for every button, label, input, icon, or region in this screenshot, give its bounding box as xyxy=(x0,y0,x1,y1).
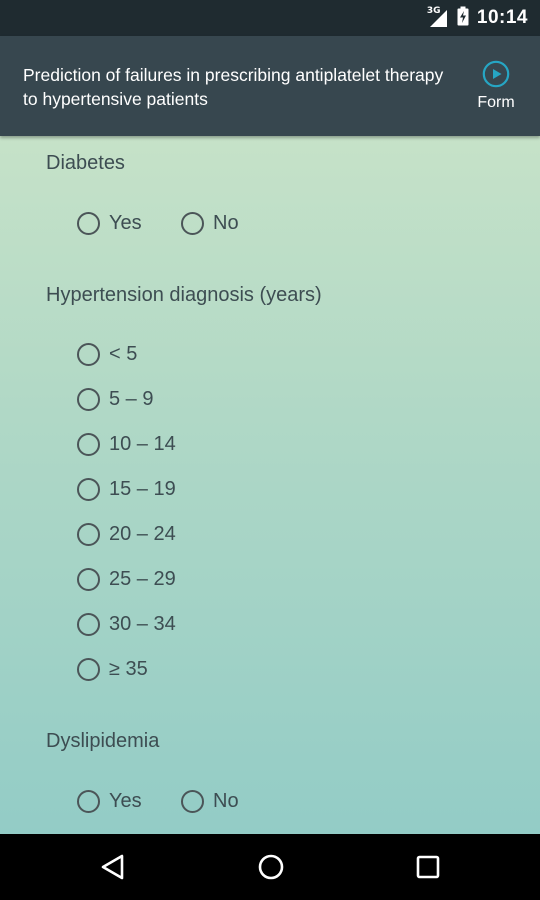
radio-unchecked-icon xyxy=(77,789,100,813)
hypertension-option-radio[interactable]: < 5 xyxy=(77,337,137,371)
radio-label: No xyxy=(213,789,239,812)
radio-label: 15 – 19 xyxy=(109,477,176,500)
radio-unchecked-icon xyxy=(77,567,100,591)
radio-label: Yes xyxy=(109,789,142,812)
radio-label: 25 – 29 xyxy=(109,567,176,590)
radio-label: 30 – 34 xyxy=(109,612,176,635)
page-title: Prediction of failures in prescribing an… xyxy=(23,65,444,109)
radio-label: 5 – 9 xyxy=(109,387,154,410)
battery-icon xyxy=(457,6,469,31)
hypertension-option-radio[interactable]: 10 – 14 xyxy=(77,427,176,461)
radio-unchecked-icon xyxy=(77,522,100,546)
radio-unchecked-icon xyxy=(77,612,100,636)
radio-unchecked-icon xyxy=(77,211,100,235)
radio-unchecked-icon xyxy=(77,657,100,681)
radio-unchecked-icon xyxy=(181,211,204,235)
navigation-bar xyxy=(0,834,540,900)
hypertension-option-radio[interactable]: ≥ 35 xyxy=(77,652,148,686)
hypertension-option-radio[interactable]: 25 – 29 xyxy=(77,562,176,596)
back-icon[interactable] xyxy=(100,853,126,886)
clock: 10:14 xyxy=(476,7,528,28)
home-icon[interactable] xyxy=(257,853,285,886)
status-icons: 3G 10:14 xyxy=(427,0,528,36)
radio-unchecked-icon xyxy=(181,789,204,813)
radio-unchecked-icon xyxy=(77,432,100,456)
play-circle-icon xyxy=(466,60,526,88)
radio-unchecked-icon xyxy=(77,477,100,501)
question-hypertension-label: Hypertension diagnosis (years) xyxy=(46,284,322,306)
app-bar: Prediction of failures in prescribing an… xyxy=(0,36,540,136)
form-button[interactable]: Form xyxy=(466,60,526,112)
hypertension-option-radio[interactable]: 5 – 9 xyxy=(77,382,153,416)
radio-label: 10 – 14 xyxy=(109,432,176,455)
form-content[interactable]: Diabetes Yes No Hypertension diagnosis (… xyxy=(0,136,540,834)
status-bar: 3G 10:14 xyxy=(0,0,540,36)
question-dyslipidemia-label: Dyslipidemia xyxy=(46,730,160,752)
radio-unchecked-icon xyxy=(77,342,100,366)
question-diabetes-label: Diabetes xyxy=(46,152,125,174)
dyslipidemia-no-radio[interactable]: No xyxy=(181,784,239,818)
hypertension-option-radio[interactable]: 15 – 19 xyxy=(77,472,176,506)
form-button-label: Form xyxy=(477,94,515,111)
dyslipidemia-yes-radio[interactable]: Yes xyxy=(77,784,142,818)
radio-label: No xyxy=(213,211,239,234)
recents-icon[interactable] xyxy=(415,853,441,886)
radio-label: 20 – 24 xyxy=(109,522,176,545)
radio-label: Yes xyxy=(109,211,142,234)
radio-label: ≥ 35 xyxy=(109,657,148,680)
signal-icon: 3G xyxy=(427,6,449,28)
radio-label: < 5 xyxy=(109,342,138,365)
radio-unchecked-icon xyxy=(77,387,100,411)
diabetes-no-radio[interactable]: No xyxy=(181,206,239,240)
hypertension-option-radio[interactable]: 30 – 34 xyxy=(77,607,176,641)
hypertension-option-radio[interactable]: 20 – 24 xyxy=(77,517,176,551)
diabetes-yes-radio[interactable]: Yes xyxy=(77,206,142,240)
